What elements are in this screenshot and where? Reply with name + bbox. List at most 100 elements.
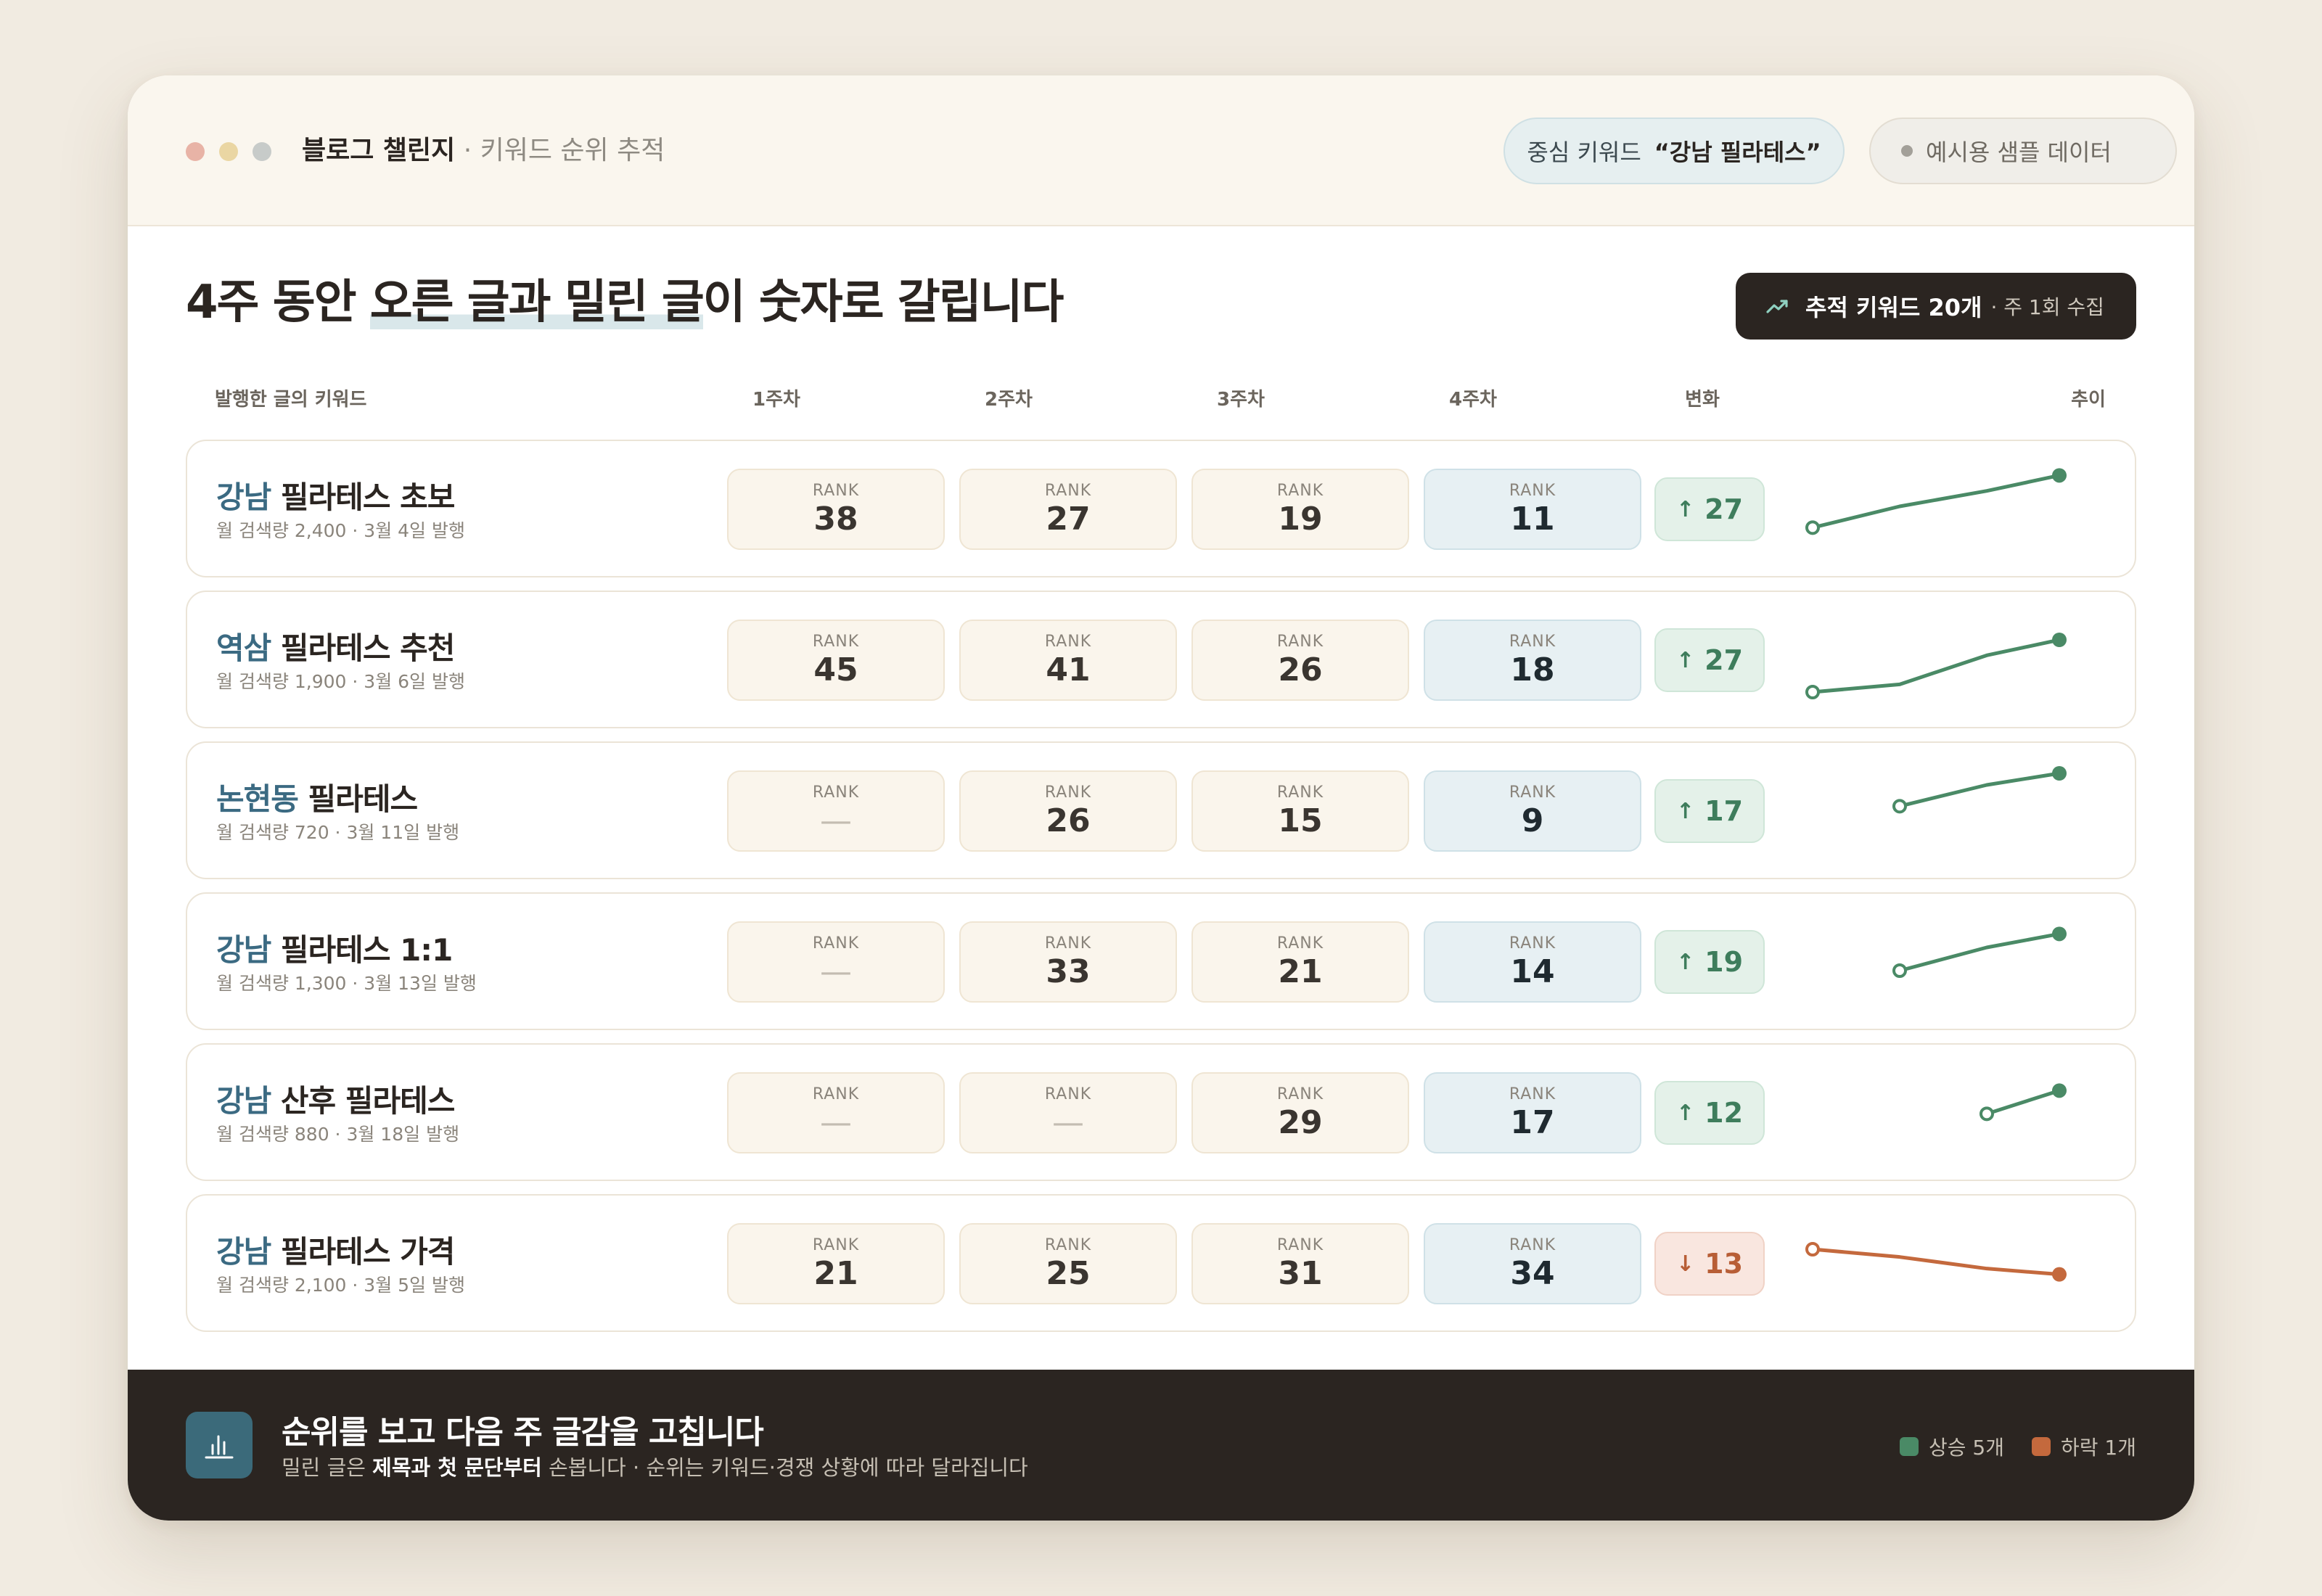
footer-subtitle: 밀린 글은 제목과 첫 문단부터 손봅니다 · 순위는 키워드·경쟁 상황에 따… [282, 1451, 1028, 1481]
legend-down: 하락 1개 [2032, 1432, 2136, 1461]
rank-label: RANK [1509, 633, 1556, 651]
page-headline: 4주 동안 오른 글과 밀린 글이 숫자로 갈립니다 [186, 270, 1064, 335]
change-badge: ↑ 27 [1654, 628, 1765, 692]
change-value: 17 [1704, 795, 1744, 827]
focus-keyword-pill[interactable]: 중심 키워드 “강남 필라테스” [1503, 118, 1845, 184]
row-meta: 월 검색량 1,300 · 3월 13일 발행 [216, 973, 477, 994]
rank-cell-week3: RANK 31 [1191, 1223, 1409, 1304]
table-row[interactable]: 강남 산후 필라테스 월 검색량 880 · 3월 18일 발행 RANK — RANK… [186, 1043, 2136, 1181]
footer-sub-post: 손봅니다 · 순위는 키워드·경쟁 상황에 따라 달라집니다 [541, 1455, 1028, 1480]
dashboard-card: 블로그 챌린지 · 키워드 순위 추적 중심 키워드 “강남 필라테스” 예시용… [128, 75, 2194, 1521]
rank-value: 9 [1521, 802, 1544, 839]
legend-down-label: 하락 1개 [2061, 1436, 2136, 1460]
footer-banner: 순위를 보고 다음 주 글감을 고칩니다 밀린 글은 제목과 첫 문단부터 손봅… [128, 1370, 2194, 1521]
rank-value: 33 [1046, 953, 1091, 990]
sparkline-start-point [1805, 1242, 1820, 1256]
rank-value: 11 [1510, 501, 1555, 538]
rank-label: RANK [1044, 934, 1092, 953]
rank-value: 19 [1278, 501, 1323, 538]
rank-label: RANK [1509, 1236, 1556, 1254]
rank-label: RANK [1044, 1236, 1092, 1254]
legend-up-swatch [1900, 1437, 1919, 1456]
table-row[interactable]: 강남 필라테스 가격 월 검색량 2,100 · 3월 5일 발행 RANK 21 RA… [186, 1194, 2136, 1332]
row-keyword-rest: 산후 필라테스 [271, 1083, 455, 1119]
rank-label: RANK [1044, 783, 1092, 802]
table-row[interactable]: 논현동 필라테스 월 검색량 720 · 3월 11일 발행 RANK — RANK 26… [186, 741, 2136, 879]
rank-label: RANK [812, 1236, 860, 1254]
rank-cell-week4: RANK 9 [1424, 770, 1641, 852]
tracked-keywords-label: 추적 키워드 20개 [1805, 294, 1982, 321]
change-value: 27 [1704, 493, 1744, 525]
rank-value: 18 [1510, 651, 1555, 688]
trend-sparkline [1892, 926, 2067, 978]
row-keyword-location: 역삼 [216, 630, 271, 666]
sparkline-start-point [1892, 799, 1907, 814]
rank-label: RANK [1509, 783, 1556, 802]
sample-data-pill[interactable]: 예시용 샘플 데이터 [1869, 118, 2177, 184]
rank-value: 29 [1278, 1104, 1323, 1141]
sparkline-path [1810, 1247, 2062, 1277]
row-keyword-rest: 필라테스 [298, 781, 419, 817]
sparkline-end-point [2052, 926, 2067, 942]
rank-label: RANK [1276, 1236, 1324, 1254]
rank-value: 14 [1510, 953, 1555, 990]
sparkline-path [1810, 638, 2062, 694]
arrow-down-icon: ↓ [1675, 1251, 1695, 1277]
row-keyword-location: 논현동 [216, 781, 299, 817]
rank-label: RANK [1276, 482, 1324, 500]
rank-value: 26 [1278, 651, 1323, 688]
row-keyword: 강남 필라테스 1:1 [216, 926, 453, 970]
bar-chart-icon [186, 1412, 253, 1478]
sample-dot-icon [1901, 145, 1913, 157]
footer-sub-bold: 제목과 첫 문단부터 [372, 1455, 542, 1480]
tracked-keywords-badge[interactable]: 추적 키워드 20개 · 주 1회 수집 [1736, 273, 2136, 340]
headline-post: 이 숫자로 갈립니다 [702, 276, 1064, 329]
rank-value: 31 [1278, 1255, 1323, 1292]
window-title-muted: · 키워드 순위 추적 [455, 136, 665, 165]
rank-cell-week1: RANK — [727, 1072, 945, 1153]
rank-label: RANK [1276, 783, 1324, 802]
minimize-dot[interactable] [219, 142, 238, 161]
row-keyword: 강남 필라테스 초보 [216, 473, 455, 517]
rank-value: — [820, 802, 852, 839]
column-header-week1: 1주차 [752, 389, 800, 411]
rank-cell-week4: RANK 17 [1424, 1072, 1641, 1153]
focus-keyword-value: “강남 필라테스” [1654, 139, 1821, 166]
rank-label: RANK [1276, 934, 1324, 953]
rank-label: RANK [1509, 934, 1556, 953]
column-header-week4: 4주차 [1449, 389, 1497, 411]
rank-cell-week3: RANK 19 [1191, 469, 1409, 550]
window-controls [186, 142, 271, 161]
close-dot[interactable] [186, 142, 205, 161]
sample-data-label: 예시용 샘플 데이터 [1926, 139, 2112, 166]
row-meta: 월 검색량 720 · 3월 11일 발행 [216, 822, 460, 843]
rank-label: RANK [1044, 1085, 1092, 1103]
column-header-trend: 추이 [2071, 389, 2106, 411]
rank-value: 45 [813, 651, 858, 688]
sparkline-end-point [2052, 468, 2067, 483]
zoom-dot[interactable] [253, 142, 271, 161]
trend-sparkline [1805, 468, 2067, 535]
rank-cell-week2: RANK 33 [959, 921, 1177, 1003]
rank-cell-week2: RANK 27 [959, 469, 1177, 550]
headline-pre: 4주 동안 [186, 276, 370, 329]
column-header-week3: 3주차 [1217, 389, 1265, 411]
table-row[interactable]: 강남 필라테스 1:1 월 검색량 1,300 · 3월 13일 발행 RANK — R… [186, 892, 2136, 1030]
rank-value: 21 [1278, 953, 1323, 990]
row-keyword-rest: 필라테스 추천 [271, 630, 455, 666]
rank-value: — [820, 1104, 852, 1141]
rank-value: — [1052, 1104, 1084, 1141]
change-badge: ↑ 27 [1654, 477, 1765, 541]
row-keyword-location: 강남 [216, 1234, 271, 1270]
table-row[interactable]: 강남 필라테스 초보 월 검색량 2,400 · 3월 4일 발행 RANK 38 RA… [186, 440, 2136, 577]
window-title-strong: 블로그 챌린지 [302, 136, 456, 165]
legend-down-swatch [2032, 1437, 2051, 1456]
row-keyword-location: 강남 [216, 480, 271, 515]
rank-cell-week3: RANK 15 [1191, 770, 1409, 852]
table-row[interactable]: 역삼 필라테스 추천 월 검색량 1,900 · 3월 6일 발행 RANK 45 RA… [186, 591, 2136, 728]
rank-label: RANK [1276, 1085, 1324, 1103]
sparkline-end-point [2052, 1267, 2067, 1282]
column-header-week2: 2주차 [985, 389, 1033, 411]
footer-sub-pre: 밀린 글은 [282, 1455, 373, 1480]
rank-label: RANK [1276, 633, 1324, 651]
